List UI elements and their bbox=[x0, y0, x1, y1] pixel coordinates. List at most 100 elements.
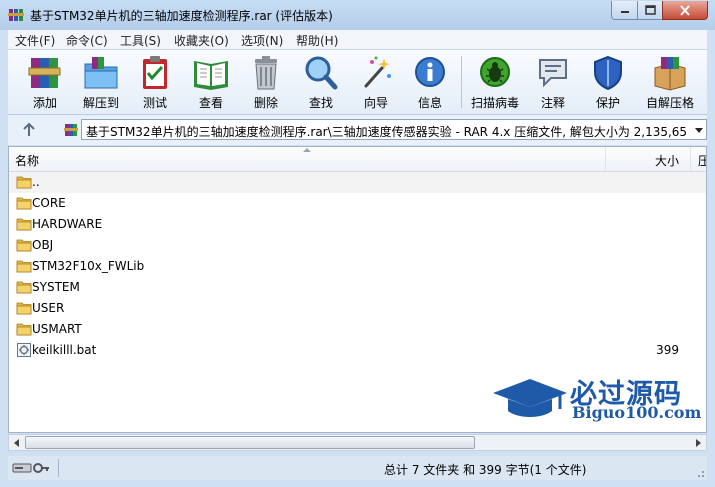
address-field[interactable]: 基于STM32单片机的三轴加速度检测程序.rar\三轴加速度传感器实验 - RA… bbox=[81, 119, 707, 140]
winrar-app-icon[interactable] bbox=[8, 7, 24, 23]
info-button[interactable]: 信息 bbox=[404, 54, 456, 112]
file-name: USER bbox=[32, 301, 65, 315]
table-row[interactable]: OBJ bbox=[9, 235, 706, 256]
sfx-button[interactable]: 自解压格 bbox=[639, 54, 701, 112]
info-icon bbox=[415, 57, 445, 87]
column-divider[interactable] bbox=[605, 147, 606, 171]
graduation-cap-icon bbox=[493, 379, 567, 417]
file-name: CORE bbox=[32, 196, 66, 210]
column-size[interactable]: 大小 bbox=[655, 152, 679, 169]
scroll-right-icon[interactable] bbox=[696, 439, 701, 447]
virus-scan-label: 扫描病毒 bbox=[470, 96, 519, 110]
extract-folder-icon bbox=[84, 57, 118, 89]
menu-bar: 文件(F) 命令(C) 工具(S) 收藏夹(O) 选项(N) 帮助(H) bbox=[8, 30, 707, 50]
virus-scan-button[interactable]: 扫描病毒 bbox=[469, 54, 521, 112]
close-icon bbox=[680, 4, 690, 16]
watermark: 必过源码 Biguo100.com bbox=[490, 373, 702, 433]
file-name: .. bbox=[32, 175, 40, 189]
delete-label: 删除 bbox=[253, 96, 278, 110]
file-name: SYSTEM bbox=[32, 280, 80, 294]
table-row[interactable]: SYSTEM bbox=[9, 277, 706, 298]
sfx-box-icon bbox=[654, 57, 686, 91]
table-row[interactable]: USER bbox=[9, 298, 706, 319]
table-row[interactable]: USMART bbox=[9, 319, 706, 340]
list-header: 名称 大小 压 bbox=[9, 147, 706, 172]
watermark-subtitle: Biguo100.com bbox=[572, 403, 702, 422]
chevron-down-icon[interactable] bbox=[695, 128, 703, 133]
table-row[interactable]: HARDWARE bbox=[9, 214, 706, 235]
folder-icon bbox=[16, 279, 32, 295]
file-name: keilkilll.bat bbox=[32, 343, 97, 357]
file-name: STM32F10x_FWLib bbox=[32, 259, 145, 273]
menu-file[interactable]: 文件(F) bbox=[15, 32, 55, 49]
status-text: 总计 7 文件夹 和 399 字节(1 个文件) bbox=[384, 463, 587, 477]
horizontal-scrollbar[interactable] bbox=[8, 434, 707, 451]
table-row[interactable]: CORE bbox=[9, 193, 706, 214]
menu-commands[interactable]: 命令(C) bbox=[66, 32, 108, 49]
file-name: USMART bbox=[32, 322, 82, 336]
up-arrow-icon[interactable] bbox=[20, 121, 38, 139]
archive-icon bbox=[64, 124, 78, 136]
column-packed[interactable]: 压 bbox=[698, 152, 706, 169]
window-title: 基于STM32单片机的三轴加速度检测程序.rar (评估版本) bbox=[30, 9, 333, 23]
close-button[interactable] bbox=[662, 1, 708, 20]
comment-label: 注释 bbox=[540, 96, 565, 110]
maximize-icon bbox=[644, 5, 656, 15]
find-button[interactable]: 查找 bbox=[295, 54, 347, 112]
minimize-icon bbox=[620, 11, 629, 13]
test-clipboard-icon bbox=[143, 56, 167, 89]
comment-icon bbox=[539, 59, 567, 88]
toolbar-separator bbox=[461, 56, 462, 108]
resize-grip-icon[interactable] bbox=[695, 468, 705, 478]
sfx-label: 自解压格 bbox=[645, 96, 694, 110]
add-button[interactable]: 添加 bbox=[19, 54, 71, 112]
view-label: 查看 bbox=[198, 96, 223, 110]
drive-key-icon[interactable] bbox=[12, 462, 50, 474]
scrollbar-thumb[interactable] bbox=[25, 436, 475, 449]
extract-to-label: 解压到 bbox=[82, 96, 119, 110]
view-book-icon bbox=[194, 61, 228, 90]
table-row[interactable]: STM32F10x_FWLib bbox=[9, 256, 706, 277]
menu-favorites[interactable]: 收藏夹(O) bbox=[174, 32, 229, 49]
column-name[interactable]: 名称 bbox=[15, 152, 39, 169]
trash-icon bbox=[255, 56, 277, 90]
wizard-label: 向导 bbox=[363, 96, 388, 110]
delete-button[interactable]: 删除 bbox=[240, 54, 292, 112]
protect-label: 保护 bbox=[595, 96, 620, 110]
wizard-wand-icon bbox=[364, 56, 391, 88]
sort-ascending-icon bbox=[303, 148, 311, 152]
extract-to-button[interactable]: 解压到 bbox=[75, 54, 127, 112]
title-bar: 基于STM32单片机的三轴加速度检测程序.rar (评估版本) bbox=[0, 0, 715, 30]
protect-button[interactable]: 保护 bbox=[582, 54, 634, 112]
comment-button[interactable]: 注释 bbox=[527, 54, 579, 112]
magnifier-icon bbox=[305, 56, 338, 90]
folder-icon bbox=[16, 216, 32, 232]
menu-tools[interactable]: 工具(S) bbox=[120, 32, 161, 49]
folder-icon bbox=[16, 195, 32, 211]
table-row[interactable]: keilkilll.bat 399 bbox=[9, 340, 706, 361]
winrar-window: 基于STM32单片机的三轴加速度检测程序.rar (评估版本) 文件(F) 命令… bbox=[0, 0, 715, 487]
status-bar: 总计 7 文件夹 和 399 字节(1 个文件) bbox=[8, 456, 707, 480]
address-path: 基于STM32单片机的三轴加速度检测程序.rar\三轴加速度传感器实验 - RA… bbox=[86, 125, 688, 139]
wizard-button[interactable]: 向导 bbox=[350, 54, 402, 112]
menu-options[interactable]: 选项(N) bbox=[241, 32, 283, 49]
column-divider[interactable] bbox=[690, 147, 691, 171]
add-label: 添加 bbox=[32, 96, 57, 110]
status-divider bbox=[58, 459, 59, 477]
address-bar: 基于STM32单片机的三轴加速度检测程序.rar\三轴加速度传感器实验 - RA… bbox=[8, 115, 707, 145]
menu-help[interactable]: 帮助(H) bbox=[296, 32, 338, 49]
view-button[interactable]: 查看 bbox=[185, 54, 237, 112]
test-button[interactable]: 测试 bbox=[129, 54, 181, 112]
folder-icon bbox=[16, 258, 32, 274]
folder-icon bbox=[16, 237, 32, 253]
file-name: HARDWARE bbox=[32, 217, 103, 231]
parent-folder-row[interactable]: .. bbox=[9, 172, 706, 193]
bug-scan-icon bbox=[480, 57, 510, 87]
scroll-left-icon[interactable] bbox=[14, 439, 19, 447]
folder-icon bbox=[16, 174, 32, 190]
folder-icon bbox=[16, 321, 32, 337]
maximize-button[interactable] bbox=[637, 1, 663, 20]
folder-icon bbox=[16, 300, 32, 316]
minimize-button[interactable] bbox=[611, 1, 638, 20]
winrar-books-icon bbox=[28, 58, 61, 88]
